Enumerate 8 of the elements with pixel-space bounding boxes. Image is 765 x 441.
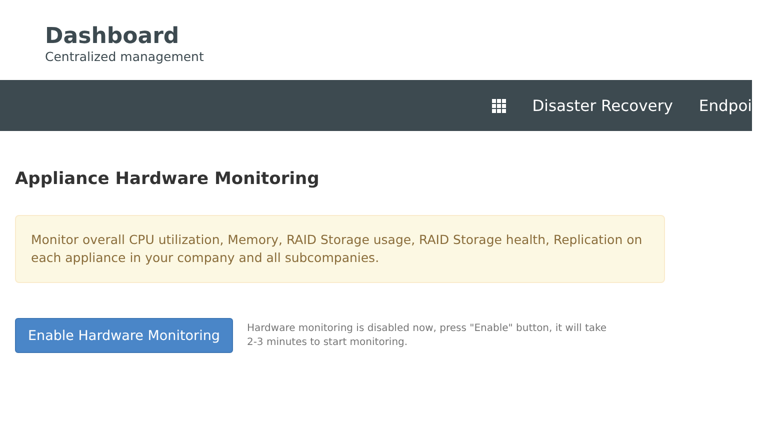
nav-link[interactable]: Endpoi [698,96,752,114]
hint-text: Hardware monitoring is disabled now, press "Enable" button, it will take 2-3 minutes to start monitoring. [246,322,608,350]
dashboard-subtitle: Centralized management [45,50,204,64]
page-title: Appliance Hardware Monitoring [15,169,320,189]
dashboard-title: Dashboard [45,24,180,50]
info-alert: Monitor overall CPU utilization, Memory, RAID Storage usage, RAID Storage health, Replication on each appliance in your company and all subcompanies. [15,215,665,283]
nav-link[interactable]: Disaster Recovery [532,96,673,114]
enable-monitoring-button[interactable]: Enable Hardware Monitoring [15,318,233,353]
